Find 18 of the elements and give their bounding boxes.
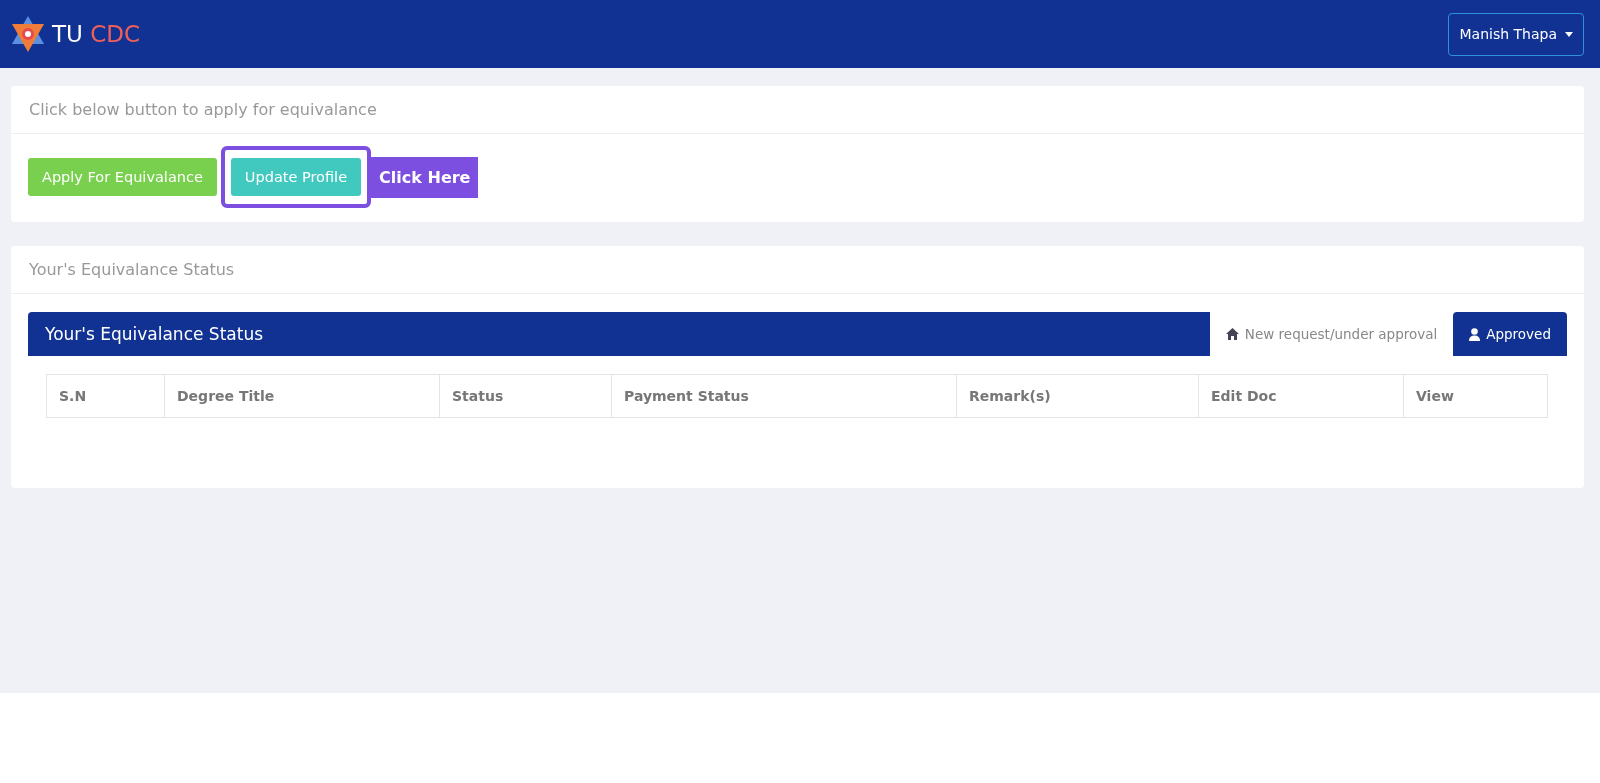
status-tab[interactable]: Approved [1453, 312, 1567, 356]
card-heading: Click below button to apply for equivalance [11, 86, 1584, 134]
column-header: Remark(s) [956, 374, 1199, 418]
column-header: Payment Status [611, 374, 957, 418]
panel-title: Your's Equivalance Status [28, 312, 1210, 356]
home-icon [1225, 328, 1239, 340]
caret-icon [1565, 31, 1573, 37]
user-menu-button[interactable]: Manish Thapa [1448, 12, 1584, 56]
column-header: Edit Doc [1198, 374, 1404, 418]
brand-name[interactable]: TU CDC [52, 21, 141, 47]
card-heading: Your's Equivalance Status [11, 246, 1584, 294]
column-header: View [1403, 374, 1548, 418]
column-header: Degree Title [164, 374, 440, 418]
star-logo-icon [10, 14, 46, 54]
user-icon [1469, 327, 1481, 341]
column-header: Status [439, 374, 612, 418]
column-header: S.N [46, 374, 165, 418]
annotation-label: Click Here [371, 156, 479, 198]
